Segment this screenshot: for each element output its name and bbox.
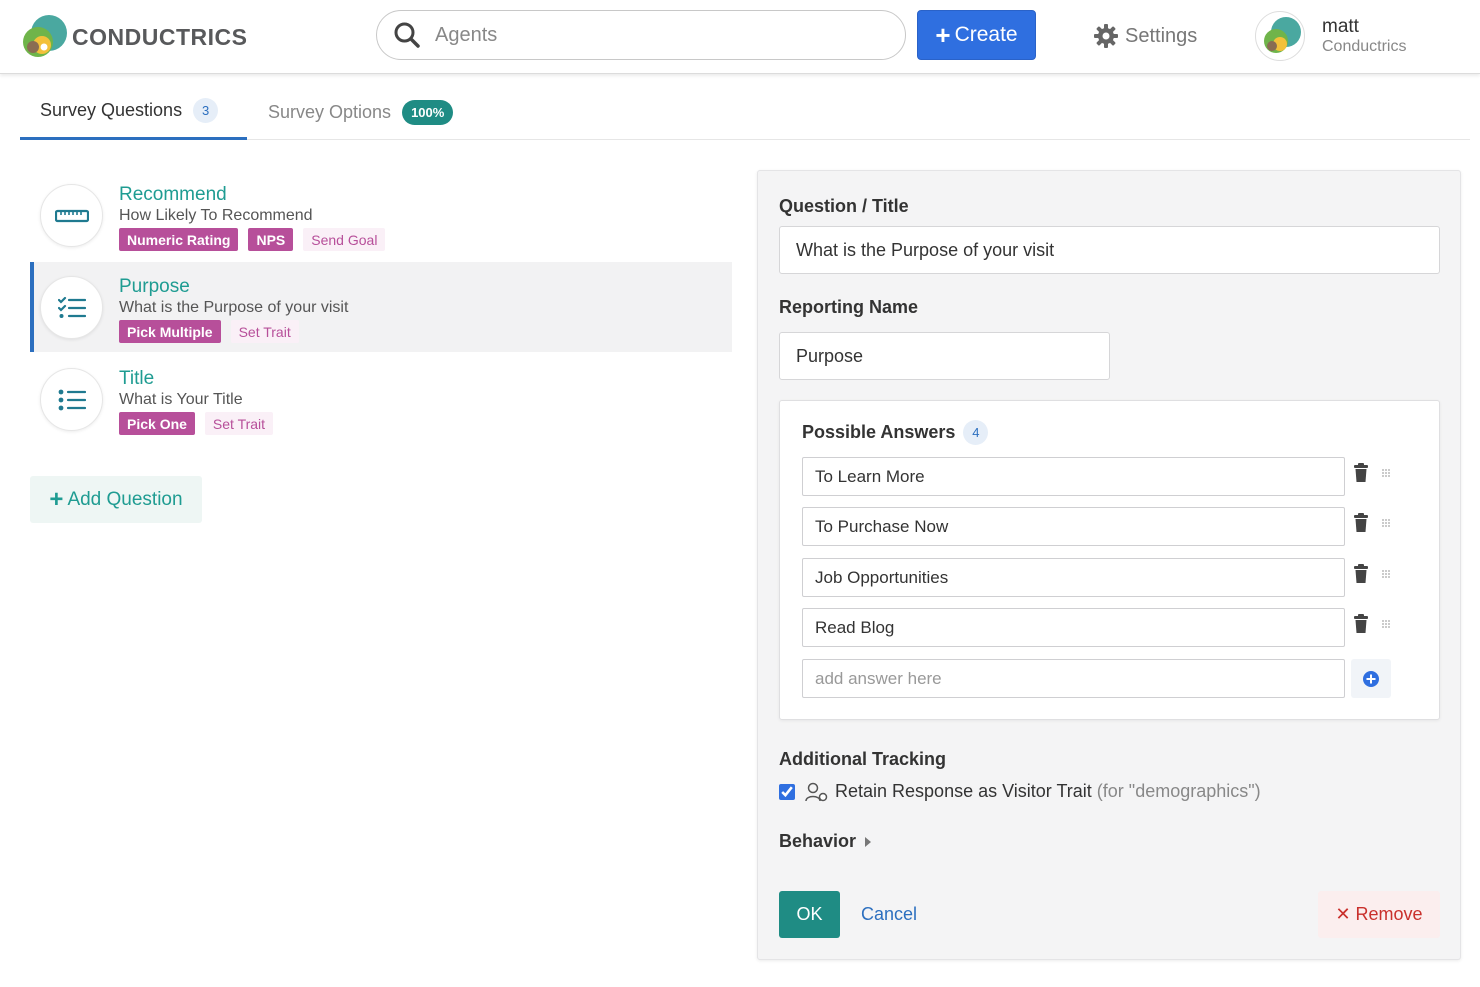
trash-icon[interactable] xyxy=(1353,564,1369,584)
answer-input[interactable] xyxy=(815,617,1344,638)
logo-text: CONDUCTRICS xyxy=(72,23,248,50)
tag-set-trait: Set Trait xyxy=(204,412,274,435)
question-icon xyxy=(40,276,103,339)
create-label: Create xyxy=(954,23,1018,46)
ruler-icon xyxy=(54,209,89,222)
tag-numeric-rating: Numeric Rating xyxy=(119,228,239,251)
additional-tracking-label: Additional Tracking xyxy=(779,749,947,769)
question-title-field[interactable] xyxy=(779,226,1440,274)
possible-answers-box: Possible Answers 4 xyxy=(779,400,1440,720)
question-subtitle: What is the Purpose of your visit xyxy=(119,299,349,316)
search-icon xyxy=(394,22,420,48)
answers-count-badge: 4 xyxy=(963,420,989,445)
add-question-button[interactable]: + Add Question xyxy=(30,476,202,523)
question-icon xyxy=(40,184,103,247)
list-icon xyxy=(58,389,86,410)
retain-trait-checkbox[interactable] xyxy=(779,783,795,800)
answer-input[interactable] xyxy=(815,567,1344,588)
user-name: matt xyxy=(1322,15,1359,37)
plus-circle-icon xyxy=(1363,670,1379,687)
question-title-input[interactable] xyxy=(796,239,1439,261)
question-subtitle: What is Your Title xyxy=(119,391,243,408)
drag-handle-icon[interactable] xyxy=(1381,619,1391,629)
tab-label: Survey Questions xyxy=(40,100,183,120)
retain-trait-label: Retain Response as Visitor Trait xyxy=(835,781,1092,801)
remove-button[interactable]: ✕ Remove xyxy=(1318,891,1440,938)
settings-button[interactable]: Settings xyxy=(1093,18,1197,54)
tag-pick-one: Pick One xyxy=(119,412,195,435)
drag-handle-icon[interactable] xyxy=(1381,569,1391,579)
question-item-purpose[interactable]: Purpose What is the Purpose of your visi… xyxy=(30,262,732,352)
cancel-button[interactable]: Cancel xyxy=(861,904,917,925)
remove-label: Remove xyxy=(1355,904,1423,924)
checklist-icon xyxy=(57,296,86,318)
question-item-recommend[interactable]: Recommend How Likely To Recommend Numeri… xyxy=(30,170,732,260)
tag-send-goal: Send Goal xyxy=(303,228,386,251)
create-button[interactable]: + Create xyxy=(917,10,1036,60)
question-title: Recommend xyxy=(119,184,227,205)
survey-tabs: Survey Questions 3 Survey Options 100% xyxy=(20,84,1470,140)
question-icon xyxy=(40,368,103,431)
retain-trait-note: (for "demographics") xyxy=(1096,781,1261,801)
trash-icon[interactable] xyxy=(1353,463,1369,483)
search-input[interactable] xyxy=(435,23,875,47)
answer-field[interactable] xyxy=(802,558,1345,597)
question-subtitle: How Likely To Recommend xyxy=(119,207,313,224)
options-percent-badge: 100% xyxy=(402,99,454,125)
avatar xyxy=(1255,11,1305,61)
question-item-title[interactable]: Title What is Your Title Pick One Set Tr… xyxy=(30,354,732,444)
tab-label: Survey Options xyxy=(268,101,392,122)
tag-nps: NPS xyxy=(248,228,294,251)
question-editor-panel: Question / Title Reporting Name Possible… xyxy=(757,170,1461,960)
question-title: Title xyxy=(119,368,155,389)
settings-label: Settings xyxy=(1125,24,1198,47)
tag-set-trait: Set Trait xyxy=(230,320,299,343)
tab-survey-questions[interactable]: Survey Questions 3 xyxy=(20,84,247,140)
reporting-name-input[interactable] xyxy=(796,345,1109,367)
tab-survey-options[interactable]: Survey Options 100% xyxy=(268,84,454,140)
add-answer-field[interactable] xyxy=(802,659,1345,698)
user-menu[interactable]: matt Conductrics xyxy=(1255,11,1406,61)
trash-icon[interactable] xyxy=(1353,614,1369,634)
answer-field[interactable] xyxy=(802,457,1345,496)
add-answer-input[interactable] xyxy=(815,668,1344,689)
answer-input[interactable] xyxy=(815,466,1344,487)
user-tag-icon xyxy=(805,782,828,801)
reporting-name-label: Reporting Name xyxy=(779,297,919,317)
reporting-name-field[interactable] xyxy=(779,332,1110,380)
gear-icon xyxy=(1094,24,1118,48)
trash-icon[interactable] xyxy=(1353,513,1369,533)
tag-pick-multiple: Pick Multiple xyxy=(119,320,221,343)
answer-field[interactable] xyxy=(802,507,1345,546)
drag-handle-icon[interactable] xyxy=(1381,468,1391,478)
logo[interactable]: CONDUCTRICS xyxy=(18,14,247,60)
conductrics-logo-icon xyxy=(18,14,68,60)
answer-field[interactable] xyxy=(802,608,1345,647)
add-answer-button[interactable] xyxy=(1351,659,1391,698)
ok-button[interactable]: OK xyxy=(779,891,840,938)
close-icon: ✕ xyxy=(1335,904,1351,924)
behavior-toggle[interactable]: Behavior xyxy=(779,831,872,852)
possible-answers-label: Possible Answers xyxy=(802,422,956,442)
question-title-label: Question / Title xyxy=(779,196,909,216)
drag-handle-icon[interactable] xyxy=(1381,518,1391,528)
plus-icon: + xyxy=(935,20,951,50)
search-bar[interactable] xyxy=(376,10,906,60)
user-org: Conductrics xyxy=(1322,37,1407,55)
behavior-label: Behavior xyxy=(779,831,857,851)
answer-input[interactable] xyxy=(815,516,1344,537)
plus-icon: + xyxy=(49,485,64,513)
top-bar: CONDUCTRICS + Create Setti xyxy=(0,0,1480,74)
question-title: Purpose xyxy=(119,276,190,297)
retain-trait-row: Retain Response as Visitor Trait (for "d… xyxy=(779,781,1261,802)
question-count-badge: 3 xyxy=(193,98,219,123)
add-question-label: Add Question xyxy=(67,488,183,510)
caret-right-icon xyxy=(865,836,872,847)
